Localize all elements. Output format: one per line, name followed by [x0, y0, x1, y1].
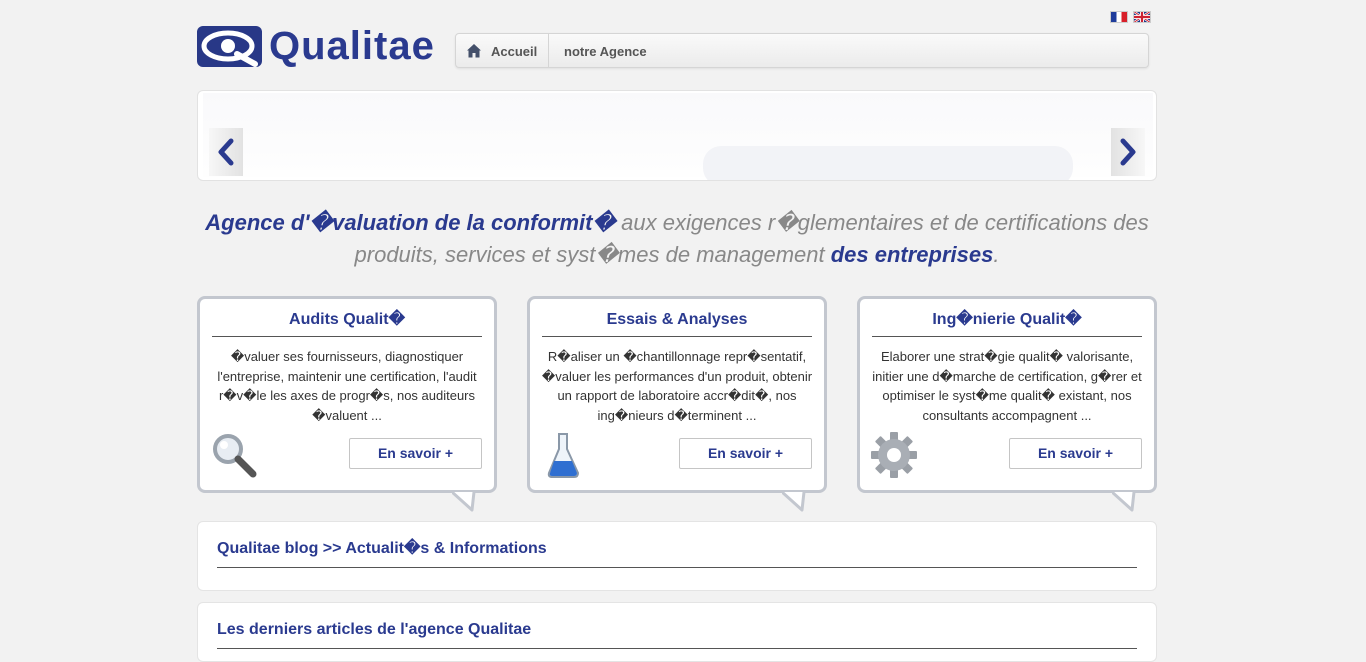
- nav-agence[interactable]: notre Agence: [564, 34, 647, 67]
- nav-home-label: Accueil: [491, 44, 538, 59]
- articles-panel: Les derniers articles de l'agence Qualit…: [197, 602, 1157, 662]
- speech-tail: [1112, 492, 1136, 512]
- flag-fr-icon[interactable]: [1110, 11, 1128, 23]
- site-logo[interactable]: Qualitae: [197, 24, 437, 68]
- chevron-left-icon: [218, 138, 234, 166]
- box-description: Elaborer une strat�gie qualit� valorisan…: [872, 349, 1142, 423]
- articles-panel-title: Les derniers articles de l'agence Qualit…: [217, 619, 1137, 649]
- slider-prev-button[interactable]: [209, 128, 243, 176]
- box-description: �valuer ses fournisseurs, diagnostiquer …: [217, 349, 477, 423]
- blog-panel: Qualitae blog >> Actualit�s & Informatio…: [197, 521, 1157, 591]
- box-description: R�aliser un �chantillonnage repr�sentati…: [541, 349, 813, 423]
- image-slider: [197, 90, 1157, 181]
- logo-eye-icon: [197, 26, 262, 67]
- box-title: Audits Qualit�: [212, 307, 482, 337]
- main-nav: Accueil notre Agence: [455, 33, 1149, 68]
- box-title: Ing�nierie Qualit�: [872, 307, 1142, 337]
- blog-panel-title[interactable]: Qualitae blog >> Actualit�s & Informatio…: [217, 538, 1137, 568]
- tagline-text-2: .: [993, 242, 1000, 267]
- learn-more-button[interactable]: En savoir +: [1009, 438, 1142, 469]
- tagline-bold-1: Agence d'�valuation de la conformit�: [205, 210, 616, 235]
- logo-text: Qualitae: [269, 24, 435, 68]
- speech-tail: [452, 492, 476, 512]
- service-box-ingenierie: Ing�nierie Qualit� Elaborer une strat�gi…: [857, 296, 1157, 493]
- service-box-audits: Audits Qualit� �valuer ses fournisseurs,…: [197, 296, 497, 493]
- slider-decoration: [703, 146, 1073, 180]
- tagline-bold-2: des entreprises: [830, 242, 994, 267]
- chevron-right-icon: [1120, 138, 1136, 166]
- flask-icon: [547, 433, 580, 478]
- learn-more-button[interactable]: En savoir +: [679, 438, 812, 469]
- learn-more-button[interactable]: En savoir +: [349, 438, 482, 469]
- slider-next-button[interactable]: [1111, 128, 1145, 176]
- gear-icon: [871, 432, 917, 478]
- magnifier-icon: [213, 434, 257, 478]
- nav-home[interactable]: Accueil: [456, 34, 549, 67]
- speech-tail: [782, 492, 806, 512]
- agency-tagline: Agence d'�valuation de la conformit� aux…: [197, 207, 1157, 271]
- box-title: Essais & Analyses: [542, 307, 812, 337]
- service-box-essais: Essais & Analyses R�aliser un �chantillo…: [527, 296, 827, 493]
- home-icon: [467, 44, 481, 58]
- flag-en-icon[interactable]: [1133, 11, 1151, 23]
